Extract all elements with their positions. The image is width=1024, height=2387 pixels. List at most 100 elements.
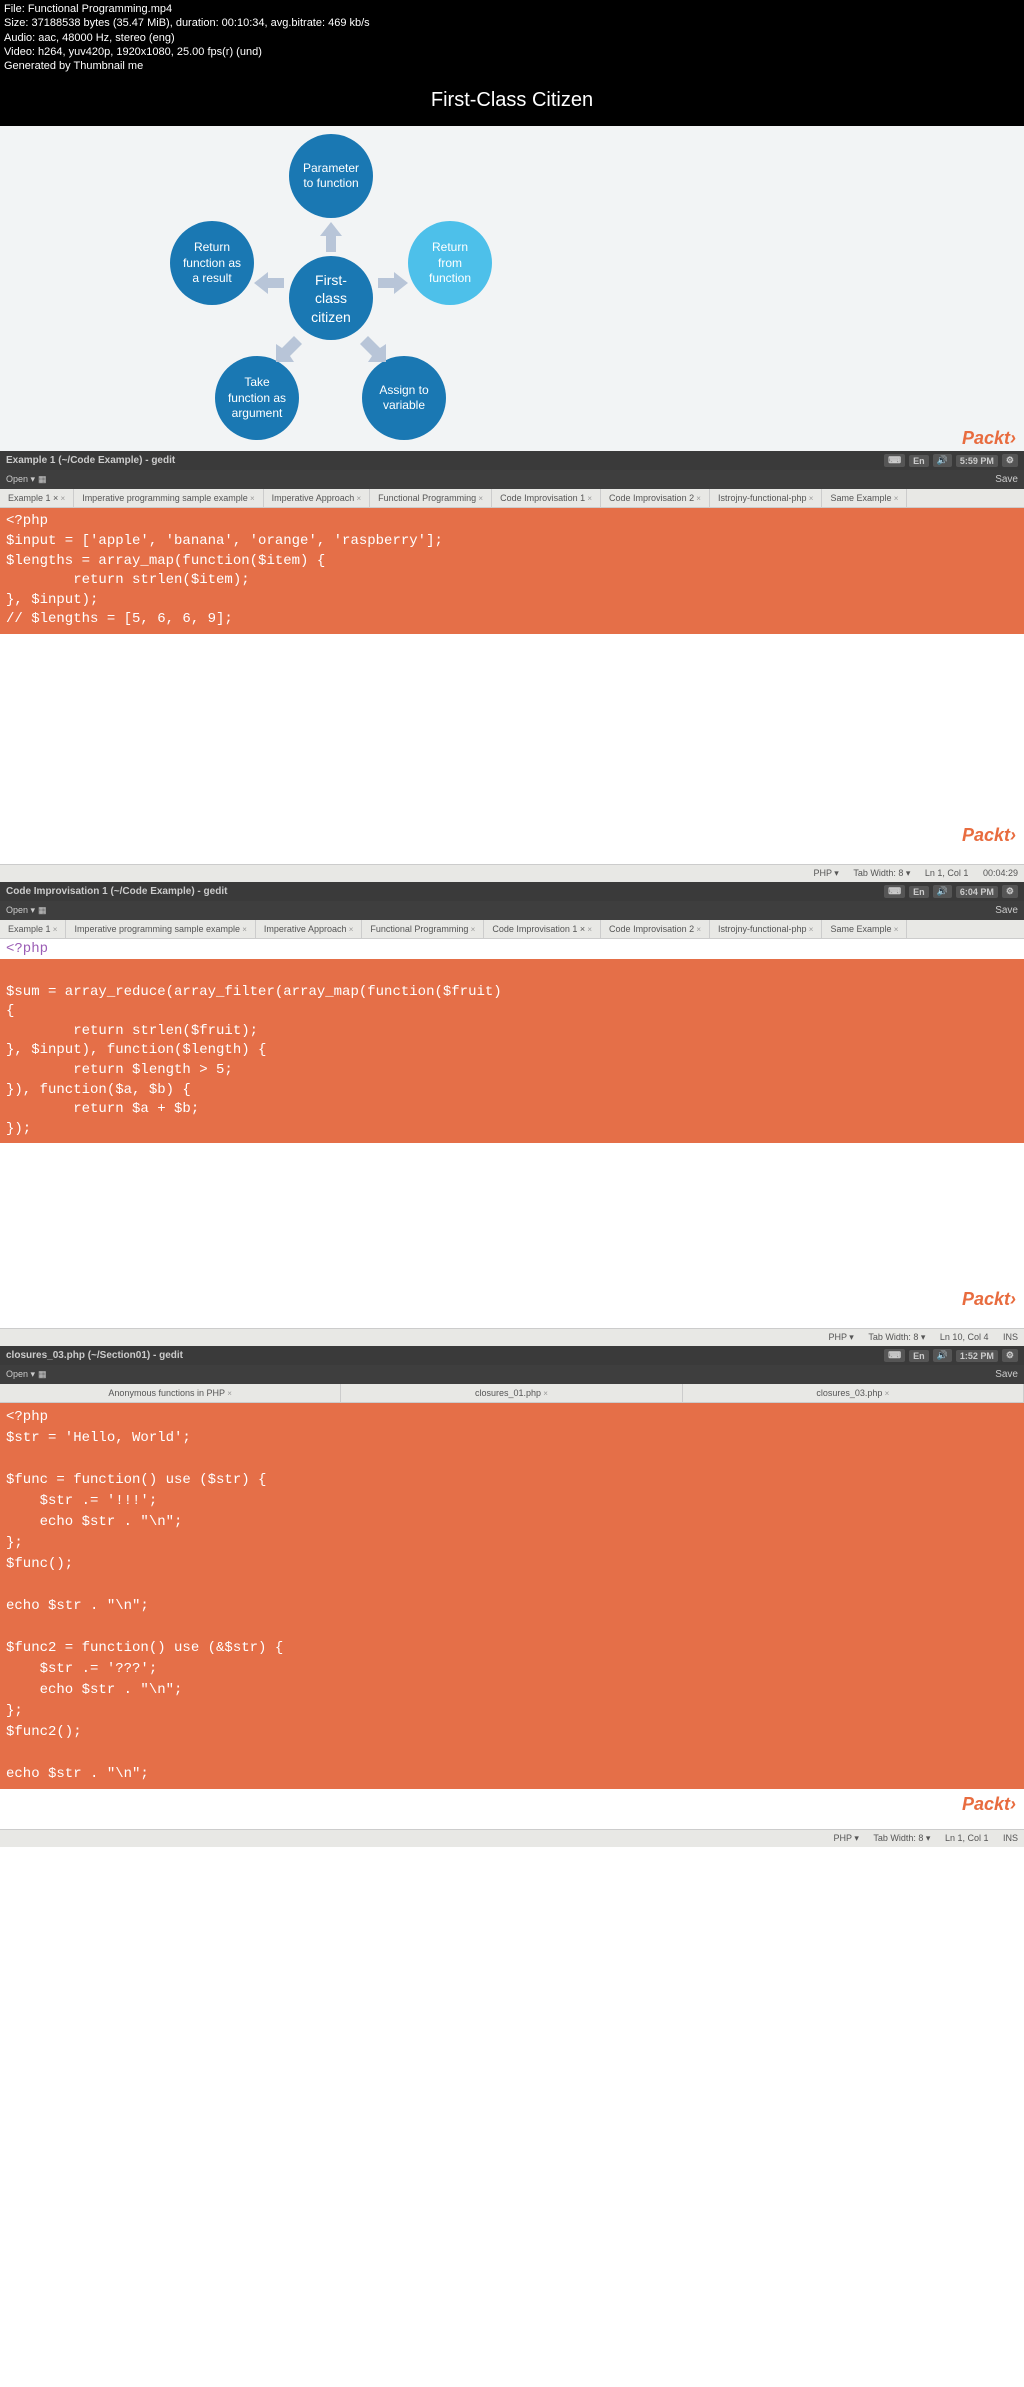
php-open-tag: <?php [6, 513, 48, 529]
arrow-icon [360, 336, 386, 362]
open-menu[interactable]: Open ▾ [6, 1369, 35, 1380]
clock: 6:04 PM [956, 886, 998, 898]
window-title-bar: Example 1 (~/Code Example) - gedit ⌨ En … [0, 451, 1024, 470]
clock: 5:59 PM [956, 455, 998, 467]
status-bar: PHP ▾ Tab Width: 8 ▾ Ln 10, Col 4 INS [0, 1328, 1024, 1346]
top-label: Parameter to function [303, 161, 359, 192]
meta-generated: Generated by Thumbnail me [4, 59, 1020, 73]
save-button[interactable]: Save [995, 905, 1018, 916]
status-lang[interactable]: PHP ▾ [828, 1332, 853, 1342]
code-content: $input = ['apple', 'banana', 'orange', '… [6, 533, 443, 627]
title-right: ⌨ En 🔊 1:52 PM ⚙ [884, 1349, 1018, 1362]
page-title: First-Class Citizen [0, 75, 1024, 126]
window-title: Example 1 (~/Code Example) - gedit [6, 455, 175, 466]
editor-whitespace: Packt [0, 634, 1024, 864]
tab-bar: Example 1 × Imperative programming sampl… [0, 489, 1024, 508]
code-content: $str = 'Hello, World'; $func = function(… [6, 1430, 283, 1782]
lang-indicator[interactable]: En [909, 455, 929, 467]
gear-icon[interactable]: ⚙ [1002, 1349, 1018, 1362]
tab[interactable]: Code Improvisation 2 [601, 920, 710, 938]
status-tabwidth[interactable]: Tab Width: 8 ▾ [873, 1833, 930, 1843]
new-doc-icon[interactable]: ▦ [38, 1369, 47, 1380]
tab[interactable]: closures_03.php [683, 1384, 1024, 1402]
sound-icon[interactable]: 🔊 [933, 885, 952, 898]
editor-whitespace: Packt [0, 1789, 1024, 1829]
tab[interactable]: Imperative Approach [264, 489, 370, 507]
diagram-center-node: First- class citizen [289, 256, 373, 340]
tab[interactable]: Code Improvisation 1 × [484, 920, 601, 938]
status-tabwidth[interactable]: Tab Width: 8 ▾ [853, 868, 910, 878]
clock: 1:52 PM [956, 1350, 998, 1362]
status-cursor: Ln 1, Col 1 [945, 1833, 989, 1843]
status-lang[interactable]: PHP ▾ [813, 868, 838, 878]
tab[interactable]: Anonymous functions in PHP [0, 1384, 341, 1402]
arrow-icon [276, 336, 302, 362]
toolbar: Open ▾ ▦ Save [0, 470, 1024, 489]
php-open-tag: <?php [6, 1409, 48, 1425]
tab[interactable]: Same Example [822, 920, 907, 938]
bottomleft-label: Take function as argument [228, 375, 286, 422]
save-button[interactable]: Save [995, 474, 1018, 485]
diagram-right-node: Return from function [408, 221, 492, 305]
new-doc-icon[interactable]: ▦ [38, 474, 47, 485]
tab[interactable]: Example 1 [0, 920, 66, 938]
tab[interactable]: Istrojny-functional-php [710, 489, 822, 507]
tab[interactable]: Functional Programming [362, 920, 484, 938]
editor-2: Code Improvisation 1 (~/Code Example) - … [0, 882, 1024, 1346]
arrow-icon [320, 222, 342, 252]
sound-icon[interactable]: 🔊 [933, 1349, 952, 1362]
arrow-icon [254, 272, 284, 294]
title-right: ⌨ En 🔊 5:59 PM ⚙ [884, 454, 1018, 467]
diagram-top-node: Parameter to function [289, 134, 373, 218]
open-menu[interactable]: Open ▾ [6, 474, 35, 485]
center-label: First- class citizen [311, 271, 351, 326]
file-metadata: File: Functional Programming.mp4 Size: 3… [0, 0, 1024, 75]
keyboard-icon[interactable]: ⌨ [884, 1349, 905, 1362]
status-bar: PHP ▾ Tab Width: 8 ▾ Ln 1, Col 1 INS [0, 1829, 1024, 1847]
gear-icon[interactable]: ⚙ [1002, 454, 1018, 467]
status-ins: 00:04:29 [983, 868, 1018, 878]
editor-3: closures_03.php (~/Section01) - gedit ⌨ … [0, 1346, 1024, 1847]
lang-indicator[interactable]: En [909, 886, 929, 898]
code-editor[interactable]: $sum = array_reduce(array_filter(array_m… [0, 959, 1024, 1143]
code-editor[interactable]: <?php $input = ['apple', 'banana', 'oran… [0, 508, 1024, 634]
gear-icon[interactable]: ⚙ [1002, 885, 1018, 898]
tab[interactable]: Example 1 × [0, 489, 74, 507]
meta-size: Size: 37188538 bytes (35.47 MiB), durati… [4, 16, 1020, 30]
editor-whitespace: Packt [0, 1143, 1024, 1328]
code-editor[interactable]: <?php $str = 'Hello, World'; $func = fun… [0, 1403, 1024, 1789]
status-tabwidth[interactable]: Tab Width: 8 ▾ [868, 1332, 925, 1342]
window-title-bar: Code Improvisation 1 (~/Code Example) - … [0, 882, 1024, 901]
tab[interactable]: Same Example [822, 489, 907, 507]
lang-indicator[interactable]: En [909, 1350, 929, 1362]
tab[interactable]: Imperative programming sample example [66, 920, 255, 938]
keyboard-icon[interactable]: ⌨ [884, 885, 905, 898]
right-label: Return from function [429, 240, 471, 287]
status-ins: INS [1003, 1332, 1018, 1342]
php-open-tag: <?php [6, 941, 48, 957]
new-doc-icon[interactable]: ▦ [38, 905, 47, 916]
packt-logo: Packt [962, 1289, 1016, 1310]
tab[interactable]: closures_01.php [341, 1384, 682, 1402]
status-ins: INS [1003, 1833, 1018, 1843]
window-title: Code Improvisation 1 (~/Code Example) - … [6, 886, 227, 897]
status-lang[interactable]: PHP ▾ [833, 1833, 858, 1843]
tab[interactable]: Functional Programming [370, 489, 492, 507]
tab-bar: Example 1 Imperative programming sample … [0, 920, 1024, 939]
status-bar: PHP ▾ Tab Width: 8 ▾ Ln 1, Col 1 00:04:2… [0, 864, 1024, 882]
tab[interactable]: Code Improvisation 2 [601, 489, 710, 507]
sound-icon[interactable]: 🔊 [933, 454, 952, 467]
open-menu[interactable]: Open ▾ [6, 905, 35, 916]
diagram-left-node: Return function as a result [170, 221, 254, 305]
tab[interactable]: Istrojny-functional-php [710, 920, 822, 938]
diagram-area: First- class citizen Parameter to functi… [0, 126, 1024, 451]
keyboard-icon[interactable]: ⌨ [884, 454, 905, 467]
editor-1: Example 1 (~/Code Example) - gedit ⌨ En … [0, 451, 1024, 882]
tab[interactable]: Code Improvisation 1 [492, 489, 601, 507]
tab[interactable]: Imperative Approach [256, 920, 362, 938]
diagram-bottomleft-node: Take function as argument [215, 356, 299, 440]
save-button[interactable]: Save [995, 1369, 1018, 1380]
left-label: Return function as a result [183, 240, 241, 287]
tab[interactable]: Imperative programming sample example [74, 489, 263, 507]
packt-logo: Packt [962, 1794, 1016, 1815]
